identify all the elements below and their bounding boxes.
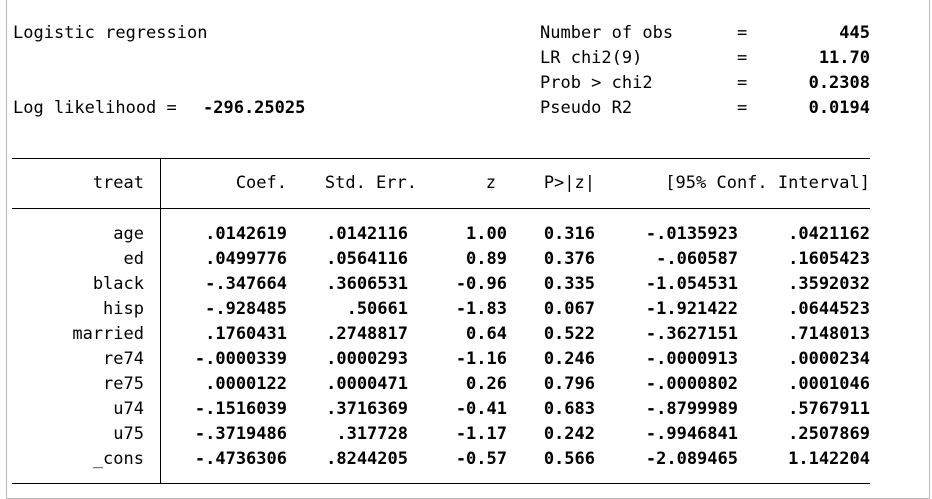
p-value: 0.522 [543,324,595,344]
z-value: 0.64 [466,324,507,344]
ci-low: -1.054531 [645,274,738,294]
se-value: .0564116 [326,249,408,269]
model-title: Logistic regression [13,23,208,43]
ci-high: .5767911 [788,399,870,419]
ci-low: -1.921422 [645,299,738,319]
coef-value: -.928485 [205,299,287,319]
z-value: -1.17 [455,424,507,444]
stat-label: Prob > chi2 [540,73,653,93]
var-name: ed [123,249,144,269]
stat-equals: = [737,23,748,43]
ci-low: -.0135923 [645,224,738,244]
ci-low: -.060587 [656,249,738,269]
se-value: .317728 [336,424,408,444]
table-top-rule [12,158,870,159]
coef-value: -.4736306 [194,449,287,469]
ci-high: .7148013 [788,324,870,344]
stat-value: 445 [839,23,870,43]
ci-low: -.9946841 [645,424,738,444]
stat-value: 11.70 [818,48,870,68]
p-value: 0.566 [543,449,595,469]
stat-equals: = [737,48,748,68]
column-header: Coef. [235,173,287,193]
stat-label: LR chi2(9) [540,48,643,68]
se-value: .3606531 [326,274,408,294]
table-separator [160,158,161,483]
ci-high: .0644523 [788,299,870,319]
var-name: _cons [92,449,144,469]
var-name: u75 [113,424,144,444]
z-value: -1.16 [455,349,507,369]
p-value: 0.683 [543,399,595,419]
z-value: -0.41 [455,399,507,419]
var-name: married [72,324,144,344]
ci-high: .3592032 [788,274,870,294]
ci-high: .0001046 [788,374,870,394]
p-value: 0.316 [543,224,595,244]
column-header: [95% Conf. Interval] [665,173,870,193]
ci-low: -.8799989 [645,399,738,419]
p-value: 0.067 [543,299,595,319]
ci-low: -2.089465 [645,449,738,469]
z-value: 0.89 [466,249,507,269]
coef-value: .0000122 [205,374,287,394]
z-value: -0.57 [455,449,507,469]
ci-low: -.0000913 [645,349,738,369]
ci-high: .1605423 [788,249,870,269]
z-value: -0.96 [455,274,507,294]
ci-low: -.0000802 [645,374,738,394]
coef-value: -.3719486 [194,424,287,444]
column-header: Std. Err. [324,173,417,193]
ci-high: .2507869 [788,424,870,444]
p-value: 0.242 [543,424,595,444]
coef-value: .0499776 [205,249,287,269]
var-name: black [92,274,144,294]
se-value: .0000471 [326,374,408,394]
se-value: .50661 [346,299,408,319]
se-value: .3716369 [326,399,408,419]
p-value: 0.796 [543,374,595,394]
se-value: .0000293 [326,349,408,369]
coef-value: -.1516039 [194,399,287,419]
coef-value: -.0000339 [194,349,287,369]
p-value: 0.335 [543,274,595,294]
var-name: age [113,224,144,244]
ci-high: .0000234 [788,349,870,369]
depvar-label: treat [92,173,144,193]
stat-value: 0.0194 [808,98,870,118]
p-value: 0.376 [543,249,595,269]
se-value: .2748817 [326,324,408,344]
ci-low: -.3627151 [645,324,738,344]
log-likelihood-label: Log likelihood = [13,98,177,118]
z-value: 1.00 [466,224,507,244]
z-value: 0.26 [466,374,507,394]
column-header: z [485,173,496,193]
se-value: .0142116 [326,224,408,244]
stat-label: Number of obs [540,23,674,43]
var-name: hisp [103,299,144,319]
p-value: 0.246 [543,349,595,369]
var-name: re74 [103,349,144,369]
column-header: P>|z| [543,173,595,193]
stat-equals: = [737,98,748,118]
var-name: u74 [113,399,144,419]
z-value: -1.83 [455,299,507,319]
table-bottom-rule [12,483,870,484]
ci-high: 1.142204 [788,449,870,469]
coef-value: -.347664 [205,274,287,294]
se-value: .8244205 [326,449,408,469]
coef-value: .1760431 [205,324,287,344]
table-header-rule [12,208,870,209]
log-likelihood-value: -296.25025 [203,98,306,118]
coef-value: .0142619 [205,224,287,244]
stat-equals: = [737,73,748,93]
ci-high: .0421162 [788,224,870,244]
stat-label: Pseudo R2 [540,98,633,118]
var-name: re75 [103,374,144,394]
stat-value: 0.2308 [808,73,870,93]
